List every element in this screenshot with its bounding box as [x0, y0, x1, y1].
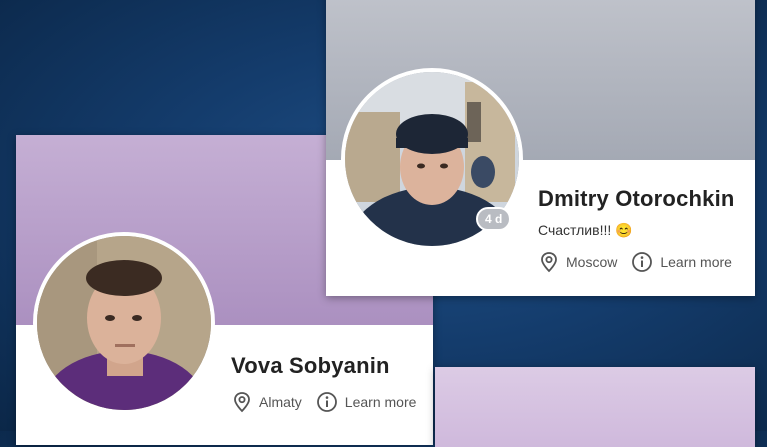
- location-pin-icon: [234, 392, 250, 413]
- info-icon: [316, 392, 337, 412]
- profile-name[interactable]: Vova Sobyanin: [231, 353, 390, 379]
- learn-more-label[interactable]: Learn more: [660, 254, 732, 270]
- profile-status: Счастлив!!! 😊: [538, 222, 633, 238]
- location-text: Almaty: [259, 394, 302, 410]
- profile-name[interactable]: Dmitry Otorochkin: [538, 186, 735, 212]
- learn-more-link[interactable]: Learn more: [631, 251, 732, 273]
- info-icon: [632, 252, 653, 272]
- location-pin-icon: [541, 252, 557, 273]
- profile-card-dmitry[interactable]: 4 d Dmitry Otorochkin Счастлив!!! 😊 Mosc…: [326, 0, 755, 296]
- location: Moscow: [539, 251, 617, 273]
- profile-card-partial[interactable]: [435, 367, 755, 447]
- profile-meta: Almaty Learn more: [232, 391, 430, 413]
- learn-more-label[interactable]: Learn more: [345, 394, 417, 410]
- location-text: Moscow: [566, 254, 618, 270]
- avatar[interactable]: [33, 232, 215, 414]
- time-badge: 4 d: [476, 207, 512, 231]
- profile-meta: Moscow Learn more: [539, 251, 746, 273]
- avatar-photo: [37, 236, 211, 410]
- location: Almaty: [232, 391, 302, 413]
- learn-more-link[interactable]: Learn more: [316, 391, 417, 413]
- cover-image: [435, 367, 755, 447]
